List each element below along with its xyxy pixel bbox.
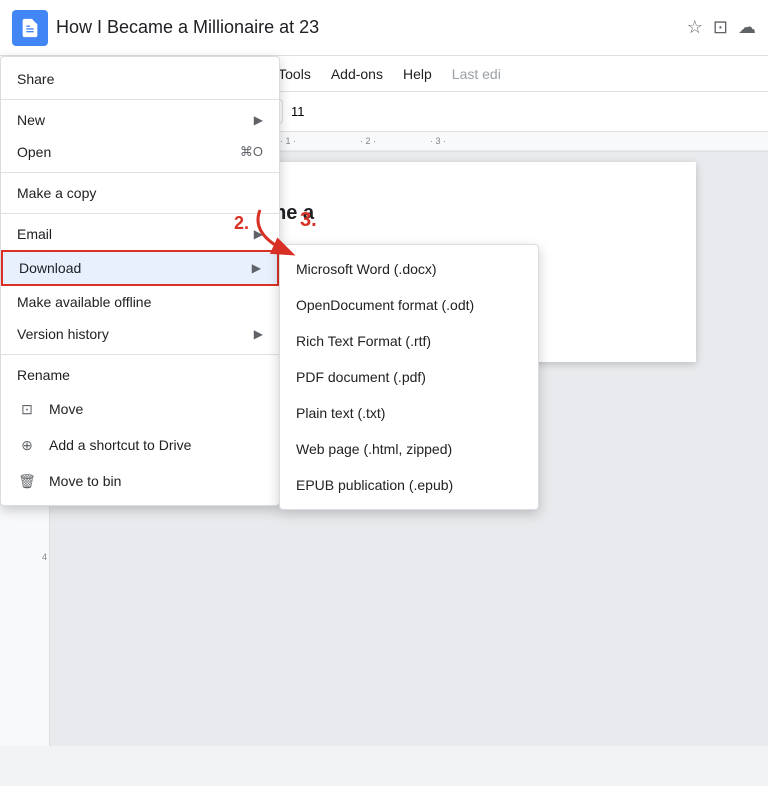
menu-new[interactable]: New ▶ bbox=[1, 104, 279, 136]
menu-open[interactable]: Open ⌘O bbox=[1, 136, 279, 168]
download-pdf[interactable]: PDF document (.pdf) bbox=[280, 359, 538, 395]
star-icon[interactable]: ☆ bbox=[687, 17, 703, 38]
version-history-label: Version history bbox=[17, 326, 109, 342]
svg-text:· 3 ·: · 3 · bbox=[430, 136, 446, 146]
move-icon: ⊡ bbox=[17, 399, 37, 419]
add-shortcut-label: Add a shortcut to Drive bbox=[49, 437, 191, 453]
menu-rename[interactable]: Rename bbox=[1, 359, 279, 391]
menu-email[interactable]: 2. Email ▶ bbox=[1, 218, 279, 250]
menu-item-help[interactable]: Help bbox=[393, 62, 442, 86]
download-submenu: 3. Microsoft Word (.docx) OpenDocument f… bbox=[279, 244, 539, 510]
menu-move[interactable]: ⊡ Move bbox=[1, 391, 279, 427]
download-rtf[interactable]: Rich Text Format (.rtf) bbox=[280, 323, 538, 359]
top-bar: How I Became a Millionaire at 23 ☆ ⊡ ☁ bbox=[0, 0, 768, 56]
rename-label: Rename bbox=[17, 367, 70, 383]
menu-version-history[interactable]: Version history ▶ bbox=[1, 318, 279, 350]
menu-add-shortcut[interactable]: ⊕ Add a shortcut to Drive bbox=[1, 427, 279, 463]
document-title: How I Became a Millionaire at 23 bbox=[56, 17, 679, 38]
bin-icon: 🗑 bbox=[17, 471, 37, 491]
new-arrow: ▶ bbox=[254, 113, 263, 127]
version-history-arrow: ▶ bbox=[254, 327, 263, 341]
open-label: Open bbox=[17, 144, 51, 160]
download-txt[interactable]: Plain text (.txt) bbox=[280, 395, 538, 431]
menu-make-copy[interactable]: Make a copy bbox=[1, 177, 279, 209]
download-odt[interactable]: OpenDocument format (.odt) bbox=[280, 287, 538, 323]
title-icons: ☆ ⊡ ☁ bbox=[687, 17, 756, 38]
email-label: Email bbox=[17, 226, 52, 242]
download-label: Download bbox=[19, 260, 81, 276]
move-label: Move bbox=[49, 401, 83, 417]
separator-4 bbox=[1, 354, 279, 355]
menu-offline[interactable]: Make available offline bbox=[1, 286, 279, 318]
ruler-mark-m4: 4 bbox=[42, 552, 49, 612]
docs-logo bbox=[12, 10, 48, 46]
menu-item-addons[interactable]: Add-ons bbox=[321, 62, 393, 86]
cloud-sync-icon[interactable]: ☁ bbox=[738, 17, 756, 38]
offline-label: Make available offline bbox=[17, 294, 151, 310]
menu-move-to-bin[interactable]: 🗑 Move to bin bbox=[1, 463, 279, 499]
font-size-value: 11 bbox=[287, 104, 309, 119]
menu-download[interactable]: Download ▶ 3. Microsoft Word (.d bbox=[1, 250, 279, 286]
menu-share[interactable]: Share bbox=[1, 63, 279, 95]
download-html[interactable]: Web page (.html, zipped) bbox=[280, 431, 538, 467]
dropdown-overlay: 1. Share New ▶ Open ⌘O Make a copy 2. Em… bbox=[0, 56, 280, 506]
new-label: New bbox=[17, 112, 45, 128]
shortcut-icon: ⊕ bbox=[17, 435, 37, 455]
download-arrow: ▶ bbox=[252, 261, 261, 275]
menu-item-last-edit: Last edi bbox=[442, 62, 511, 86]
move-to-bin-label: Move to bin bbox=[49, 473, 121, 489]
separator-1 bbox=[1, 99, 279, 100]
make-copy-label: Make a copy bbox=[17, 185, 96, 201]
file-menu: 1. Share New ▶ Open ⌘O Make a copy 2. Em… bbox=[0, 56, 280, 506]
move-to-folder-icon[interactable]: ⊡ bbox=[713, 17, 728, 38]
svg-text:· 2 ·: · 2 · bbox=[360, 136, 376, 146]
download-epub[interactable]: EPUB publication (.epub) bbox=[280, 467, 538, 503]
svg-text:· 1 ·: · 1 · bbox=[280, 136, 296, 146]
share-label: Share bbox=[17, 71, 54, 87]
open-shortcut: ⌘O bbox=[240, 144, 263, 160]
arrow-annotation bbox=[240, 205, 320, 260]
separator-2 bbox=[1, 172, 279, 173]
